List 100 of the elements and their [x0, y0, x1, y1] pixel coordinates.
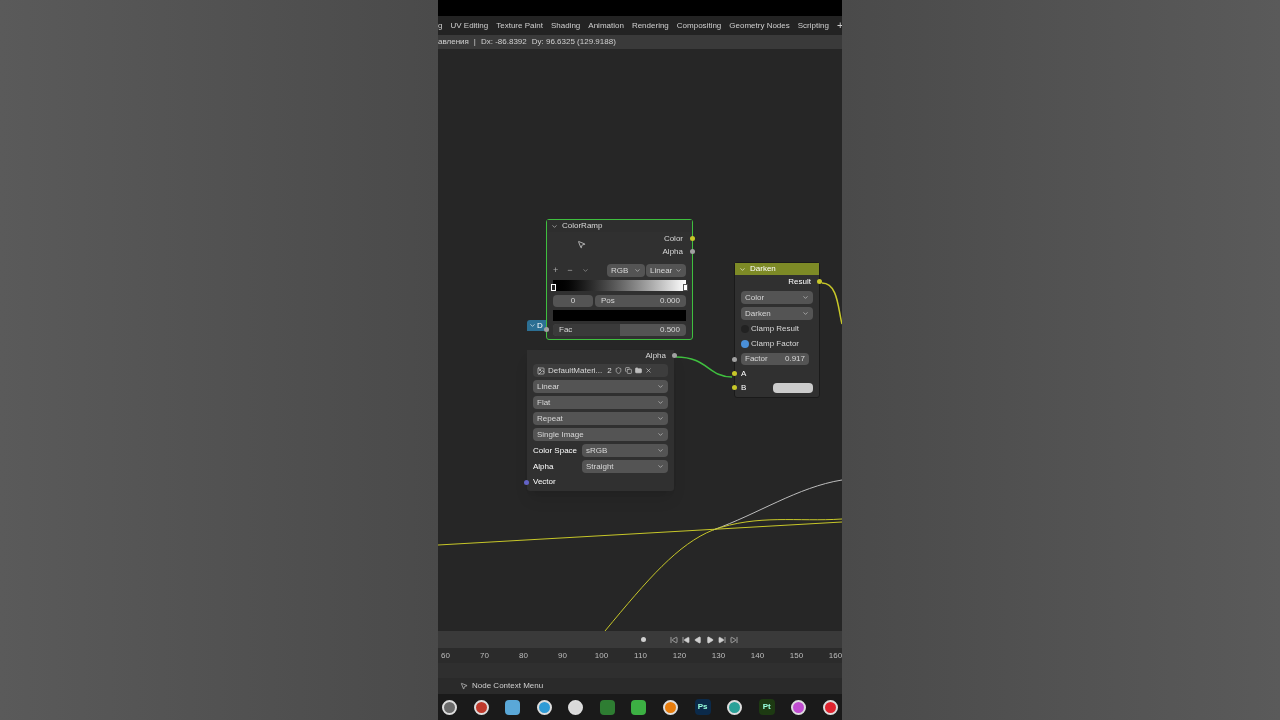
- dropdown[interactable]: Flat: [533, 396, 668, 409]
- close-icon[interactable]: [644, 367, 652, 374]
- node-editor[interactable]: [438, 49, 842, 631]
- dropdown[interactable]: Darken: [741, 307, 813, 320]
- previous-keyframe-icon[interactable]: [682, 635, 690, 644]
- wire: [821, 282, 842, 325]
- dropdown[interactable]: Single Image: [533, 428, 668, 441]
- cursor-icon: [577, 240, 586, 249]
- jump-start-icon[interactable]: [670, 635, 678, 644]
- factor-field[interactable]: Factor 0.917: [741, 353, 809, 365]
- dropdown[interactable]: Repeat: [533, 412, 668, 425]
- dropdown[interactable]: Straight: [582, 460, 668, 473]
- color-swatch[interactable]: [553, 310, 686, 321]
- caret-icon[interactable]: [581, 267, 589, 274]
- position-field[interactable]: Pos 0.000: [595, 295, 686, 307]
- dropdown[interactable]: sRGB: [582, 444, 668, 457]
- checkbox-label: Clamp Factor: [751, 338, 799, 350]
- socket-icon[interactable]: [732, 385, 737, 390]
- node-title: ColorRamp: [562, 220, 603, 232]
- status-text: |: [473, 36, 476, 48]
- app-icon[interactable]: [473, 699, 489, 715]
- socket-icon[interactable]: [817, 279, 822, 284]
- input-label: Vector: [533, 476, 556, 488]
- app-icon[interactable]: [663, 699, 679, 715]
- app-icon[interactable]: [791, 699, 807, 715]
- image-node[interactable]: Alpha DefaultMateri... 2 Linear Flat Repeat Single Image Color Space sRGB Alpha Straight Vector: [527, 350, 674, 491]
- caret-icon: [657, 431, 664, 438]
- app-icon[interactable]: [442, 699, 457, 715]
- field-label: Pos: [601, 295, 615, 307]
- dropdown[interactable]: Linear: [646, 264, 686, 277]
- mouse-icon: [460, 682, 468, 690]
- workspace-tab[interactable]: Rendering: [631, 19, 669, 32]
- color-swatch[interactable]: [773, 382, 813, 393]
- gradient-bar[interactable]: [553, 280, 686, 291]
- output-label: Alpha: [662, 245, 683, 258]
- dropdown[interactable]: RGB: [607, 264, 645, 277]
- next-keyframe-icon[interactable]: [718, 635, 726, 644]
- dropdown[interactable]: Color: [741, 291, 813, 304]
- ramp-op-button[interactable]: −: [567, 263, 573, 278]
- socket-icon[interactable]: [524, 480, 529, 485]
- shield-icon[interactable]: [614, 367, 622, 374]
- darken-node[interactable]: Darken Result Color Darken Clamp Result Clamp Factor Factor 0.917 A B: [734, 262, 820, 398]
- caret-icon: [634, 267, 641, 274]
- socket-icon[interactable]: [732, 371, 737, 376]
- app-icon[interactable]: Pt: [758, 699, 775, 715]
- caret-icon: [657, 447, 664, 454]
- node-title: D: [537, 319, 543, 332]
- workspace-tab[interactable]: g: [438, 19, 443, 32]
- status-text: авления: [438, 36, 469, 48]
- output-label: Color: [663, 232, 683, 245]
- workspace-tab[interactable]: Texture Paint: [496, 19, 543, 32]
- workspace-tab[interactable]: Animation: [588, 19, 624, 32]
- colorramp-node[interactable]: ColorRamp Color Alpha + − RGB Linear 0 Pos 0.000 Fac 0.500: [546, 219, 693, 340]
- image-icon: [537, 366, 545, 375]
- workspace-tab[interactable]: UV Editing: [450, 19, 489, 32]
- image-selector[interactable]: DefaultMateri... 2: [533, 364, 668, 377]
- node-header[interactable]: ColorRamp: [547, 220, 692, 232]
- node-header[interactable]: D: [527, 320, 546, 331]
- workspace-tab[interactable]: Compositing: [676, 19, 722, 32]
- stop-index-field[interactable]: 0: [553, 295, 593, 307]
- app-icon[interactable]: [505, 699, 521, 715]
- app-icon[interactable]: [631, 699, 647, 715]
- folder-icon[interactable]: [634, 367, 642, 374]
- workspace-tab[interactable]: Scripting: [797, 19, 829, 32]
- copy-icon[interactable]: [624, 367, 632, 374]
- status-text: Dy: 96.6325 (129.9188): [531, 36, 616, 48]
- stop-handle[interactable]: [683, 284, 688, 291]
- output-label: Alpha: [645, 349, 666, 362]
- input-label: A: [741, 367, 747, 380]
- workspace-tab[interactable]: Geometry Nodes: [729, 19, 790, 32]
- socket-icon[interactable]: [690, 236, 695, 241]
- app-icon[interactable]: [536, 699, 552, 715]
- frame-number: 60: [440, 649, 451, 662]
- play-reverse-icon[interactable]: [694, 635, 702, 644]
- collapse-icon: [739, 265, 746, 273]
- output-label: Result: [788, 275, 811, 288]
- node-title: Darken: [750, 263, 776, 275]
- fac-slider[interactable]: Fac 0.500: [553, 324, 686, 336]
- app-icon[interactable]: Ps: [694, 699, 711, 715]
- field-label: Alpha: [533, 460, 554, 473]
- frame-number: 100: [593, 649, 610, 662]
- socket-icon[interactable]: [672, 353, 677, 358]
- slider-value: 0.500: [659, 324, 680, 336]
- slider-label: Fac: [559, 324, 573, 336]
- keyframe-icon[interactable]: [641, 637, 646, 642]
- workspace-tab[interactable]: Shading: [550, 19, 581, 32]
- checkbox[interactable]: [741, 340, 749, 348]
- socket-icon[interactable]: [544, 327, 549, 332]
- socket-icon[interactable]: [732, 357, 737, 362]
- app-icon[interactable]: [822, 699, 838, 715]
- node-header[interactable]: Darken: [735, 263, 819, 275]
- app-icon[interactable]: [727, 699, 743, 715]
- app-icon[interactable]: [568, 699, 584, 715]
- socket-icon[interactable]: [690, 249, 695, 254]
- field-label: Color Space: [533, 444, 578, 457]
- dropdown[interactable]: Linear: [533, 380, 668, 393]
- ramp-op-button[interactable]: +: [553, 263, 559, 278]
- frame-number: 110: [633, 649, 648, 662]
- jump-end-icon[interactable]: [730, 635, 738, 644]
- play-icon[interactable]: [706, 635, 714, 644]
